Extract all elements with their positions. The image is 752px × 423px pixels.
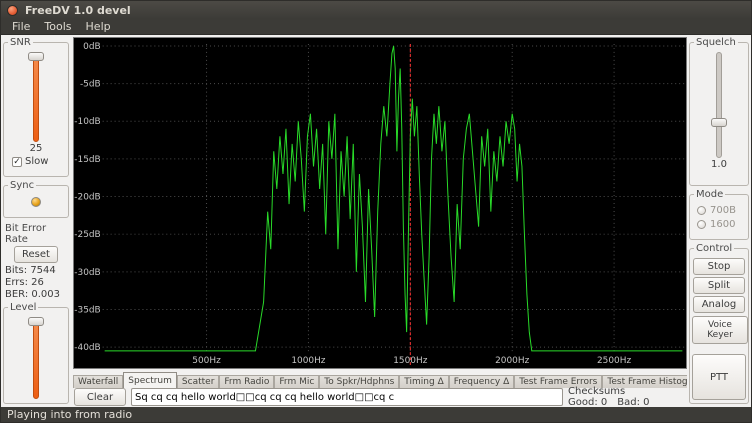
status-text: Playing into from radio xyxy=(7,408,132,421)
snr-slider-thumb[interactable] xyxy=(28,52,44,61)
tab-timing-delta[interactable]: Timing Δ xyxy=(399,375,448,388)
ber-bits: Bits: 7544 xyxy=(5,265,71,277)
svg-text:-30dB: -30dB xyxy=(74,268,100,278)
checksums-section: Checksums Good: 0 Bad: 0 xyxy=(568,386,684,408)
ber-section: Bit Error Rate Reset Bits: 7544 Errs: 26… xyxy=(1,220,71,301)
control-label: Control xyxy=(694,243,734,254)
close-button[interactable] xyxy=(7,5,18,16)
ber-title: Bit Error Rate xyxy=(1,223,71,245)
mode-1600-label: 1600 xyxy=(710,219,735,230)
level-slider-thumb[interactable] xyxy=(28,317,44,326)
svg-text:-35dB: -35dB xyxy=(74,305,100,315)
squelch-slider[interactable] xyxy=(712,52,726,158)
svg-text:2000Hz: 2000Hz xyxy=(495,356,529,366)
snr-value: 25 xyxy=(6,143,66,154)
svg-text:-25dB: -25dB xyxy=(74,230,100,240)
svg-text:2500Hz: 2500Hz xyxy=(597,356,631,366)
svg-text:-20dB: -20dB xyxy=(74,193,100,203)
menu-file[interactable]: File xyxy=(5,20,37,33)
snr-slow-label: Slow xyxy=(25,156,48,167)
squelch-group: Squelch 1.0 xyxy=(689,37,749,186)
main-content: SNR 25 ✓ Slow Sync Bit Error Rate Reset xyxy=(1,35,751,407)
clear-button[interactable]: Clear xyxy=(74,388,126,406)
titlebar: FreeDV 1.0 devel xyxy=(1,1,751,19)
snr-label: SNR xyxy=(8,37,33,48)
tab-frm-radio[interactable]: Frm Radio xyxy=(219,375,274,388)
squelch-label: Squelch xyxy=(694,37,738,48)
window-title: FreeDV 1.0 devel xyxy=(25,4,131,17)
center-panel: 0dB -5dB -10dB -15dB -20dB -25dB -30dB -35dB -40… xyxy=(71,35,687,407)
svg-text:1000Hz: 1000Hz xyxy=(291,356,325,366)
snr-slider[interactable] xyxy=(29,52,43,142)
voice-keyer-button[interactable]: Voice Keyer xyxy=(692,316,748,344)
svg-text:-40dB: -40dB xyxy=(74,343,100,353)
menu-help[interactable]: Help xyxy=(79,20,118,33)
right-panel: Squelch 1.0 Mode 700B 1600 C xyxy=(687,35,751,407)
ber-stats: Bits: 7544 Errs: 26 BER: 0.003 xyxy=(1,265,71,301)
sync-led-icon xyxy=(31,197,41,207)
mode-radio-700b[interactable]: 700B xyxy=(692,205,746,216)
tx-text-input[interactable] xyxy=(131,388,563,406)
svg-text:-10dB: -10dB xyxy=(74,117,100,127)
mode-label: Mode xyxy=(694,189,725,200)
menu-tools[interactable]: Tools xyxy=(37,20,78,33)
level-label: Level xyxy=(8,302,38,313)
split-button[interactable]: Split xyxy=(693,277,745,294)
stop-button[interactable]: Stop xyxy=(693,258,745,275)
mode-700b-label: 700B xyxy=(710,205,736,216)
svg-text:0dB: 0dB xyxy=(83,42,101,52)
radio-icon xyxy=(697,206,706,215)
tab-to-spkr-hdphns[interactable]: To Spkr/Hdphns xyxy=(319,375,399,388)
sync-label: Sync xyxy=(8,180,36,191)
status-bar: Playing into from radio xyxy=(1,407,751,422)
tab-spectrum[interactable]: Spectrum xyxy=(123,372,177,388)
sync-group: Sync xyxy=(3,180,69,218)
ptt-button[interactable]: PTT xyxy=(692,354,746,400)
radio-icon xyxy=(697,220,706,229)
tab-scatter[interactable]: Scatter xyxy=(177,375,219,388)
tab-frm-mic[interactable]: Frm Mic xyxy=(274,375,319,388)
spectrum-plot: 0dB -5dB -10dB -15dB -20dB -25dB -30dB -35dB -40… xyxy=(73,37,687,369)
level-slider-fill xyxy=(33,317,39,399)
control-group: Control Stop Split Analog Voice Keyer PT… xyxy=(689,243,749,404)
checkbox-check-icon: ✓ xyxy=(12,157,22,167)
plot-area: 0dB -5dB -10dB -15dB -20dB -25dB -30dB -35dB -40… xyxy=(71,35,687,371)
tab-waterfall[interactable]: Waterfall xyxy=(73,375,123,388)
mode-radio-1600[interactable]: 1600 xyxy=(692,219,746,230)
checksums-label: Checksums xyxy=(568,386,684,397)
svg-text:-15dB: -15dB xyxy=(74,155,100,165)
ber-errs: Errs: 26 xyxy=(5,277,71,289)
level-slider[interactable] xyxy=(29,317,43,399)
svg-text:-5dB: -5dB xyxy=(80,80,101,90)
freedv-window: FreeDV 1.0 devel File Tools Help SNR 25 … xyxy=(0,0,752,423)
svg-text:500Hz: 500Hz xyxy=(192,356,221,366)
transmit-row: Clear Checksums Good: 0 Bad: 0 xyxy=(71,388,687,407)
squelch-slider-thumb[interactable] xyxy=(711,118,727,127)
reset-button[interactable]: Reset xyxy=(14,246,58,263)
tab-frequency-delta[interactable]: Frequency Δ xyxy=(449,375,515,388)
ber-ber: BER: 0.003 xyxy=(5,289,71,301)
squelch-value: 1.0 xyxy=(692,159,746,170)
analog-button[interactable]: Analog xyxy=(693,296,745,313)
left-panel: SNR 25 ✓ Slow Sync Bit Error Rate Reset xyxy=(1,35,71,407)
squelch-slider-track xyxy=(716,52,722,158)
snr-slow-checkbox[interactable]: ✓ Slow xyxy=(6,156,66,167)
snr-slider-fill xyxy=(33,52,39,142)
snr-group: SNR 25 ✓ Slow xyxy=(3,37,69,177)
level-group: Level xyxy=(3,302,69,404)
mode-group: Mode 700B 1600 xyxy=(689,189,749,240)
menubar: File Tools Help xyxy=(1,19,751,35)
